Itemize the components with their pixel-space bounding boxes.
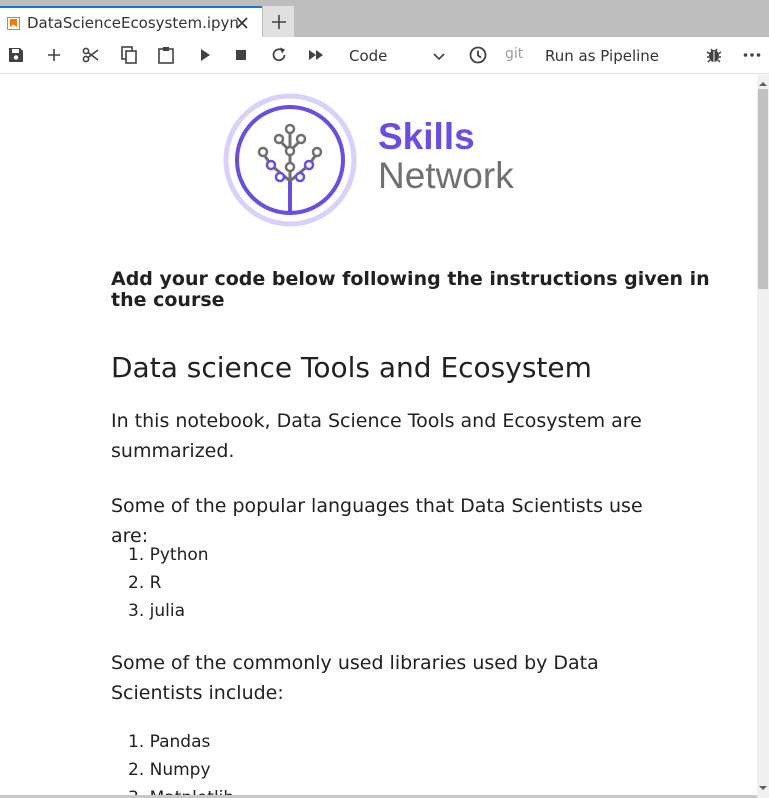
notebook-icon (7, 17, 20, 30)
notebook-title: Data science Tools and Ecosystem (111, 351, 592, 384)
cell-type-select[interactable]: Code (342, 43, 450, 67)
skills-network-logo: Skills Network (223, 93, 533, 227)
paste-icon[interactable] (156, 45, 176, 65)
cut-icon[interactable] (81, 45, 101, 65)
more-icon[interactable] (742, 45, 762, 65)
new-tab-button[interactable] (262, 6, 294, 37)
debug-icon[interactable] (704, 45, 724, 65)
run-as-pipeline-button[interactable]: Run as Pipeline (545, 47, 659, 65)
intro-paragraph: In this notebook, Data Science Tools and… (111, 410, 642, 462)
libraries-intro: Some of the commonly used libraries used… (111, 652, 599, 704)
cell-type-value: Code (349, 47, 388, 65)
scroll-down-arrow[interactable] (758, 780, 768, 790)
clock-icon[interactable] (468, 45, 488, 65)
add-cell-icon[interactable] (44, 45, 64, 65)
logo-word-skills: Skills (378, 116, 475, 157)
logo-word-network: Network (378, 155, 514, 196)
chevron-down-icon (432, 49, 446, 67)
git-label[interactable]: git (505, 46, 523, 62)
run-all-icon[interactable] (306, 45, 326, 65)
stop-icon[interactable] (231, 45, 251, 65)
save-icon[interactable] (6, 45, 26, 65)
tab-title: DataScienceEcosystem.ipyn (27, 14, 239, 32)
language-item: 2. R (128, 573, 162, 593)
restart-icon[interactable] (269, 45, 289, 65)
library-item: 1. Pandas (128, 732, 211, 752)
run-icon[interactable] (195, 45, 215, 65)
copy-icon[interactable] (119, 45, 139, 65)
notebook-content: Skills Network Add your code below follo… (0, 75, 757, 798)
close-icon[interactable] (234, 15, 250, 31)
tab-bar: DataScienceEcosystem.ipyn (0, 0, 769, 37)
plus-icon (272, 15, 286, 29)
scrollbar-thumb[interactable] (758, 89, 768, 289)
notebook-tab[interactable]: DataScienceEcosystem.ipyn (0, 6, 262, 37)
language-item: 3. julia (128, 601, 185, 621)
instruction-heading: Add your code below following the instru… (111, 268, 710, 311)
language-item: 1. Python (128, 545, 209, 565)
library-item: 2. Numpy (128, 760, 211, 780)
scroll-up-arrow[interactable] (758, 76, 768, 86)
notebook-toolbar: Code git Run as Pipeline (0, 37, 769, 74)
